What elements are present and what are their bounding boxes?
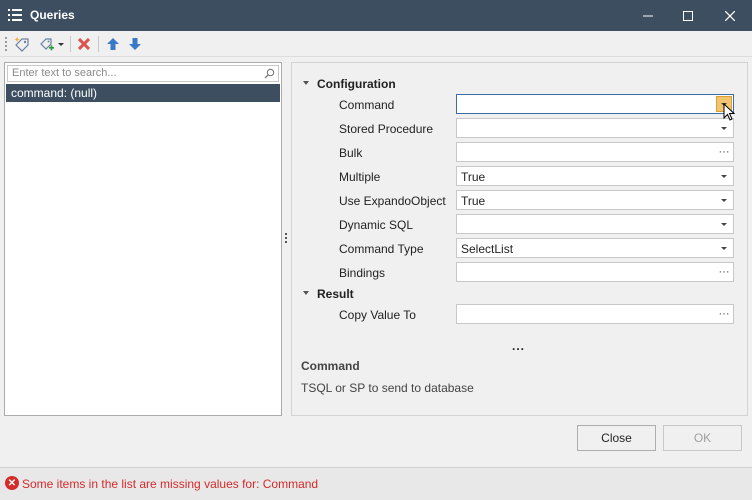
panel-splitter[interactable] [284,233,288,247]
ok-button[interactable]: OK [663,425,742,451]
prop-label-bulk: Bulk [339,146,363,160]
multiple-field[interactable]: True [456,166,734,186]
use-expandoobject-dropdown-button[interactable] [716,192,732,208]
queries-list-panel: Enter text to search... command: (null) [4,62,282,416]
title-bar: Queries [0,0,752,31]
prop-label-command: Command [339,98,395,112]
prop-label-stored-procedure: Stored Procedure [339,122,434,136]
prop-label-copy-value-to: Copy Value To [339,308,416,322]
search-input[interactable]: Enter text to search... [7,65,279,82]
chevron-down-icon [721,198,727,202]
multiple-dropdown-button[interactable] [716,168,732,184]
maximize-button[interactable] [666,0,710,31]
collapse-arrow-icon [303,81,309,85]
toolbar-separator [70,36,71,52]
bulk-ellipsis-button[interactable]: ··· [716,144,732,160]
stored-procedure-dropdown-button[interactable] [716,120,732,136]
stored-procedure-field[interactable] [456,118,734,138]
toolbar [0,31,752,57]
add-from-template-icon [39,38,54,51]
bindings-ellipsis-button[interactable]: ··· [716,264,732,280]
move-down-button[interactable] [127,35,143,53]
move-up-icon [107,38,119,50]
mouse-cursor-icon [723,103,735,121]
toolbar-grip[interactable] [5,37,7,51]
add-query-icon [14,37,29,52]
error-icon: ✕ [5,476,19,490]
status-bar: ✕ Some items in the list are missing val… [0,467,752,500]
dynamic-sql-field[interactable] [456,214,734,234]
bindings-field[interactable]: ··· [456,262,734,282]
close-window-button[interactable] [708,0,752,31]
search-icon[interactable] [264,68,275,79]
search-placeholder: Enter text to search... [12,67,117,79]
ellipsis-icon: ··· [718,266,730,278]
list-item[interactable]: command: (null) [6,84,280,102]
description-title: Command [301,359,360,373]
close-icon [725,10,735,21]
copy-value-to-ellipsis-button[interactable]: ··· [716,306,732,322]
prop-label-bindings: Bindings [339,266,386,280]
use-expandoobject-field[interactable]: True [456,190,734,210]
description-text: TSQL or SP to send to database [301,381,474,395]
maximize-icon [683,10,693,21]
chevron-down-icon [721,126,727,130]
chevron-down-icon [721,246,727,250]
move-down-icon [129,38,141,50]
delete-button[interactable] [76,35,92,53]
dynamic-sql-dropdown-button[interactable] [716,216,732,232]
ellipsis-icon: ··· [718,146,730,158]
bulk-field[interactable]: ··· [456,142,734,162]
collapse-arrow-icon [303,291,309,295]
move-up-button[interactable] [105,35,121,53]
list-item-label: command: (null) [11,86,98,100]
add-from-template-button[interactable] [37,35,65,53]
minimize-icon [643,15,653,16]
close-button[interactable]: Close [577,425,656,451]
chevron-down-icon [721,222,727,226]
prop-label-multiple: Multiple [339,170,381,184]
command-type-field[interactable]: SelectList [456,238,734,258]
command-field[interactable] [456,94,734,114]
toolbar-separator [98,36,99,52]
delete-icon [78,38,90,50]
status-message: Some items in the list are missing value… [22,477,319,491]
prop-label-dynamic-sql: Dynamic SQL [339,218,414,232]
property-grid: Configuration Command Stored Procedure B… [291,62,748,416]
ellipsis-icon: ··· [718,308,730,320]
command-type-dropdown-button[interactable] [716,240,732,256]
prop-label-use-expandoobject: Use ExpandoObject [339,194,446,208]
list-app-icon [8,9,22,21]
description-resize-handle[interactable]: ... [512,339,525,353]
add-query-button[interactable] [13,35,31,53]
prop-label-command-type: Command Type [339,242,424,256]
copy-value-to-field[interactable]: ··· [456,304,734,324]
minimize-button[interactable] [626,0,670,31]
chevron-down-icon [57,42,64,46]
chevron-down-icon [721,174,727,178]
window-title: Queries [30,8,75,22]
